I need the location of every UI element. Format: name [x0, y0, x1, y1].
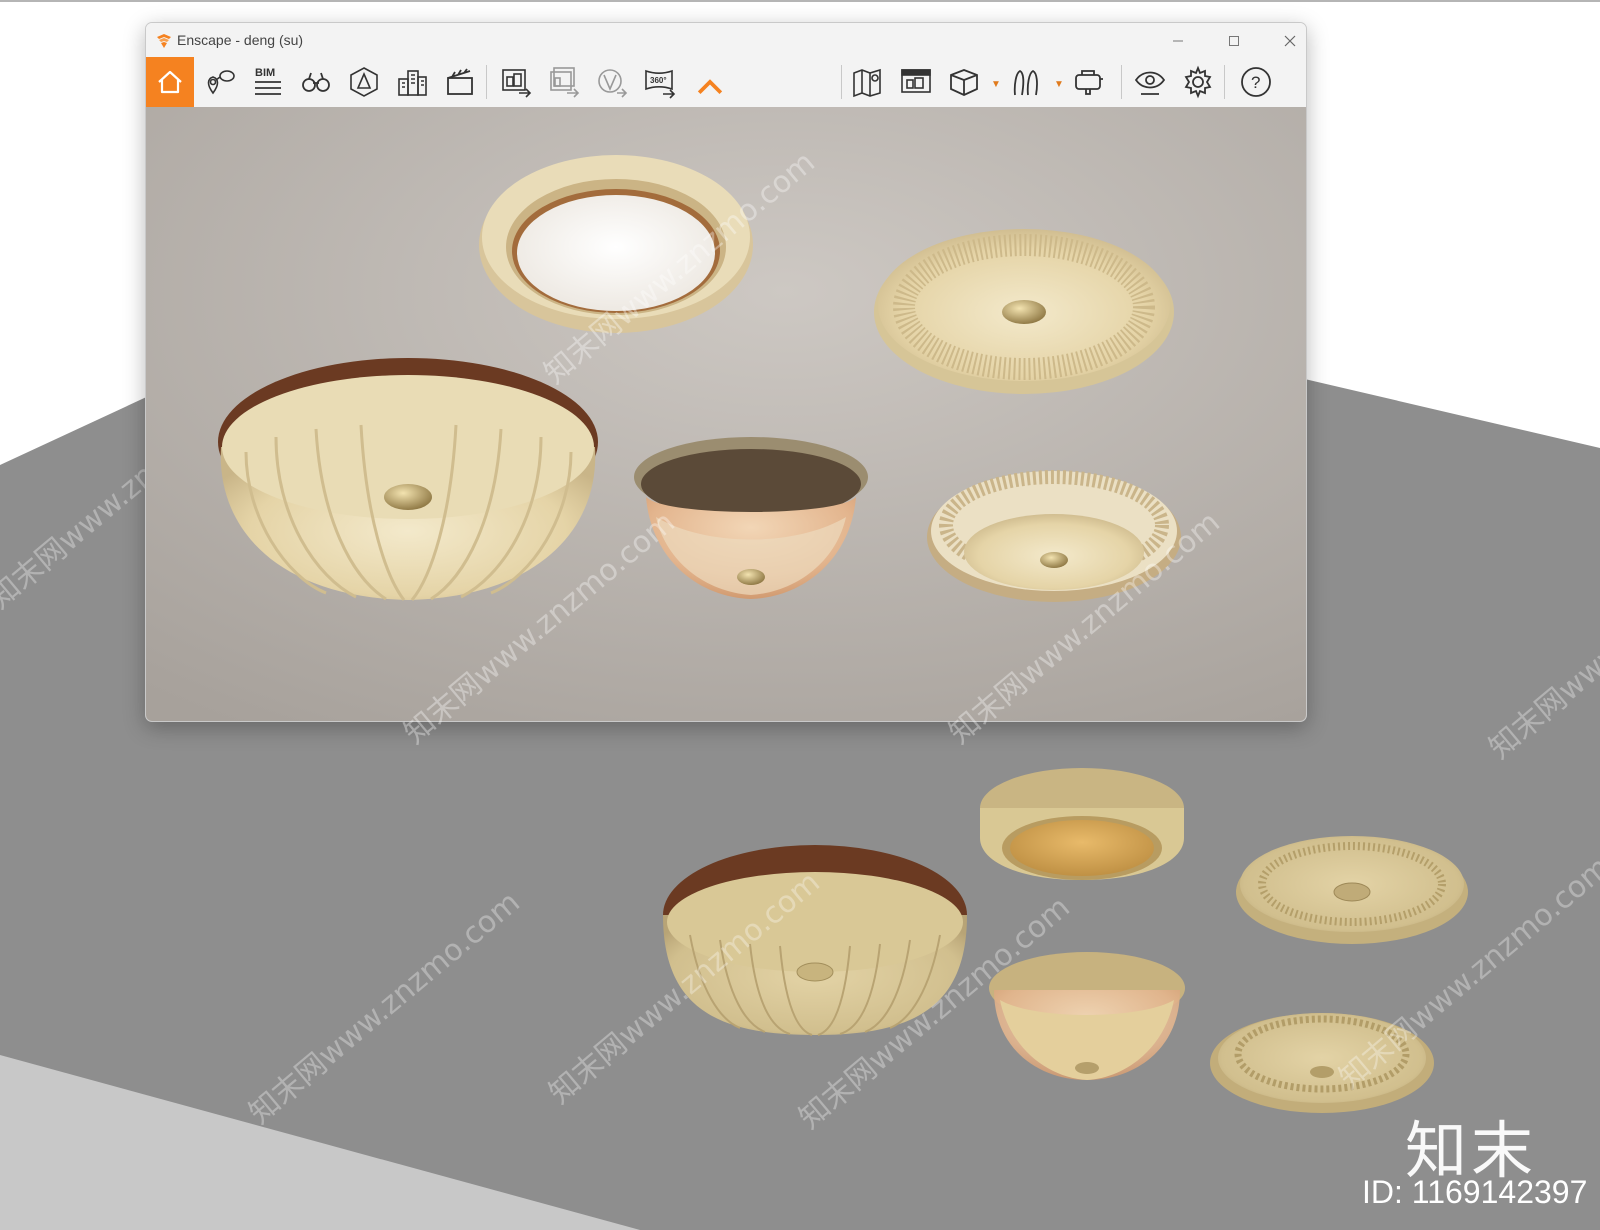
watermark-text: 知末网www.znzmo.com: [538, 145, 822, 391]
watermark-text: 知末网www.znzmo.com: [398, 505, 682, 751]
watermark-text: 知末网www.znzmo.com: [943, 505, 1227, 751]
watermark-overlay: 知末网www.znzmo.com 知末网www.znzmo.com 知末网www…: [398, 145, 1227, 751]
watermark-id: ID: 1169142397: [1362, 1174, 1588, 1210]
